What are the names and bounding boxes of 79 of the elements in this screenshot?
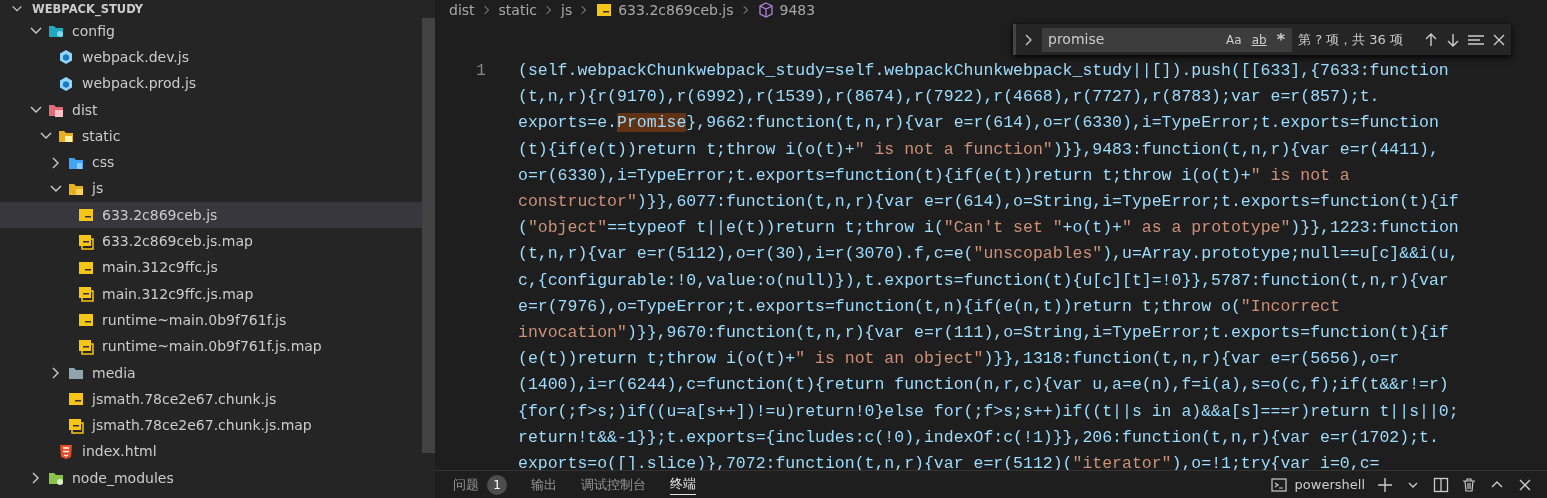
code-line: {for(;f>s;)if((u=a[s++])!=u)return!0}else for(;f>s;s++)if((t||s in a)&&a[s]===r)return t||s||0; (518, 400, 1459, 423)
tree-item[interactable]: webpack.dev.js (0, 44, 422, 71)
code-line: e=r(7976),o=TypeError;t.exports=function(t,n){if(e(n,t))return t;throw o("Incorrect (518, 295, 1341, 318)
line-number: 1 (475, 60, 486, 82)
explorer-title: WEBPACK_STUDY (32, 1, 144, 17)
code-line: (e(t))return t;throw i(o(t)+" is not an object")}},1318:function(t,n,r){var e=r(5656),o=r (518, 348, 1401, 371)
find-field[interactable]: promise Aa ab * (1042, 27, 1292, 52)
tree-item[interactable]: 633.2c869ceb.js (0, 202, 422, 229)
scrollbar[interactable] (422, 18, 435, 453)
tree-item[interactable]: main.312c9ffc.js.map (0, 280, 422, 308)
code-line: exports=e.Promise},9662:function(t,n,r){var e=r(614),o=r(6330),i=TypeError;t.exports=function (518, 112, 1440, 135)
new-terminal-button[interactable] (1377, 476, 1393, 493)
regex-button[interactable]: * (1275, 27, 1286, 52)
js-file-icon (78, 259, 94, 276)
terminal-dropdown[interactable]: powershell (1270, 474, 1365, 495)
tree-item[interactable]: node_modules (0, 465, 422, 492)
js-map-file-icon (78, 338, 94, 355)
breadcrumb[interactable]: 633.2c869ceb.js (618, 3, 734, 17)
code-line: (self.webpackChunkwebpack_study=self.webpackChunkwebpack_study||[]).push([[633],{7633:function (518, 60, 1450, 82)
tree-item[interactable]: jsmath.78ce2e67.chunk.js.map (0, 412, 422, 439)
code-line: o=r(6330),i=TypeError;t.exports=function(t){if(e(t))return t;throw i(o(t)+" is not a (518, 164, 1351, 187)
code-line: constructor")}},6077:function(t,n,r){var e=r(614),o=String,i=TypeError;t.exports=function(t){if (518, 191, 1459, 213)
js-map-file-icon (78, 286, 94, 303)
tree-item[interactable]: dist (0, 96, 422, 124)
panel-tab[interactable]: 调试控制台 (581, 474, 646, 495)
gear-folder-icon (48, 23, 64, 40)
js-file-icon (78, 207, 94, 224)
match-case-button[interactable]: Aa (1225, 30, 1243, 49)
split-icon (1433, 476, 1449, 493)
tree-item[interactable]: js (0, 175, 422, 203)
cube-icon (757, 2, 774, 18)
js-map-file-icon (78, 233, 94, 250)
code-line: invocation")}},9670:function(t,n,r){var e=r(111),o=String,i=TypeError;t.exports=function(t){if (518, 322, 1450, 345)
tree-item[interactable]: runtime~main.0b9f761f.js (0, 307, 422, 334)
tree-item[interactable]: jsmath.78ce2e67.chunk.js (0, 386, 422, 413)
breadcrumb[interactable]: 9483 (779, 3, 816, 17)
folder-icon (48, 102, 64, 119)
js-map-file-icon (68, 417, 84, 434)
trash-icon (1461, 476, 1477, 493)
tree-item[interactable]: media (0, 359, 422, 387)
folder-icon (58, 128, 74, 145)
terminal-icon (1270, 476, 1287, 493)
split-button[interactable] (1433, 476, 1449, 493)
folder-icon (48, 470, 64, 487)
js-file-icon (78, 312, 94, 329)
js-file-icon (596, 2, 613, 18)
cube-icon (58, 49, 74, 66)
code-line: return!t&&-1}};t.exports={includes:c(!0),indexOf:c(!1)}},206:function(t,n,r){var e=r(1702);t. (518, 426, 1440, 449)
delete-button[interactable] (1461, 476, 1477, 493)
whole-word-button[interactable]: ab (1250, 30, 1268, 49)
tree-item[interactable]: config (0, 18, 422, 45)
code-line: (t,n,r){r(9170),r(6992),r(1539),r(8674),r(7922),r(4668),r(7727),r(8783);var e=r(857);t. (518, 86, 1381, 109)
breadcrumb[interactable]: js (561, 3, 573, 17)
folder-icon (68, 365, 84, 381)
tree-item[interactable]: static (0, 123, 422, 150)
code-line: (t){if(e(t))return t;throw i(o(t)+" is not a function")}},9483:function(t,n,r){var e=r(4411), (518, 138, 1440, 161)
code-line: c,{configurable:!0,value:o(null)}),t.exports=function(t){u[c][t]=!0}},5787:function(t,n,r){var (518, 269, 1450, 292)
next-match-button[interactable] (1445, 31, 1461, 48)
panel-tab[interactable]: 输出 (531, 474, 557, 495)
code-line: (1400),i=r(6244),c=function(t){return function(n,r,c){var u,a=e(n),f=i(a),s=o(c,f);if(t&&r!=r) (518, 374, 1450, 397)
match-count: 第 ? 项，共 36 项 (1298, 30, 1403, 49)
tree-item[interactable]: index.html (0, 438, 422, 466)
count-badge: 1 (487, 474, 507, 495)
code-line: (t,n,r){var e=r(5112),o=r(30),i=r(3070).f,c=e("unscopables"),u=Array.prototype;null==u[c]&&i(u, (518, 243, 1459, 266)
plus-icon (1377, 476, 1393, 493)
tree-item[interactable]: webpack.prod.js (0, 70, 422, 97)
tree-item[interactable]: css (0, 149, 422, 176)
previous-match-button[interactable] (1423, 31, 1439, 48)
js-file-icon (68, 391, 84, 408)
tree-item[interactable]: runtime~main.0b9f761f.js.map (0, 333, 422, 360)
panel-tab[interactable]: 终端 (670, 474, 696, 495)
cube-icon (58, 75, 74, 92)
code-line: ("object"==typeof t||e(t))return t;throw i("Can't set "+o(t)+" as a prototype")}},1223:function (518, 217, 1459, 240)
tree-item[interactable]: 633.2c869ceb.js.map (0, 228, 422, 255)
panel-tab[interactable]: 问题 1 (453, 474, 507, 495)
breadcrumb[interactable]: dist (449, 3, 475, 17)
tree-item[interactable]: main.312c9ffc.js (0, 254, 422, 281)
breadcrumb[interactable]: static (498, 3, 537, 17)
html-file-icon (58, 443, 74, 460)
